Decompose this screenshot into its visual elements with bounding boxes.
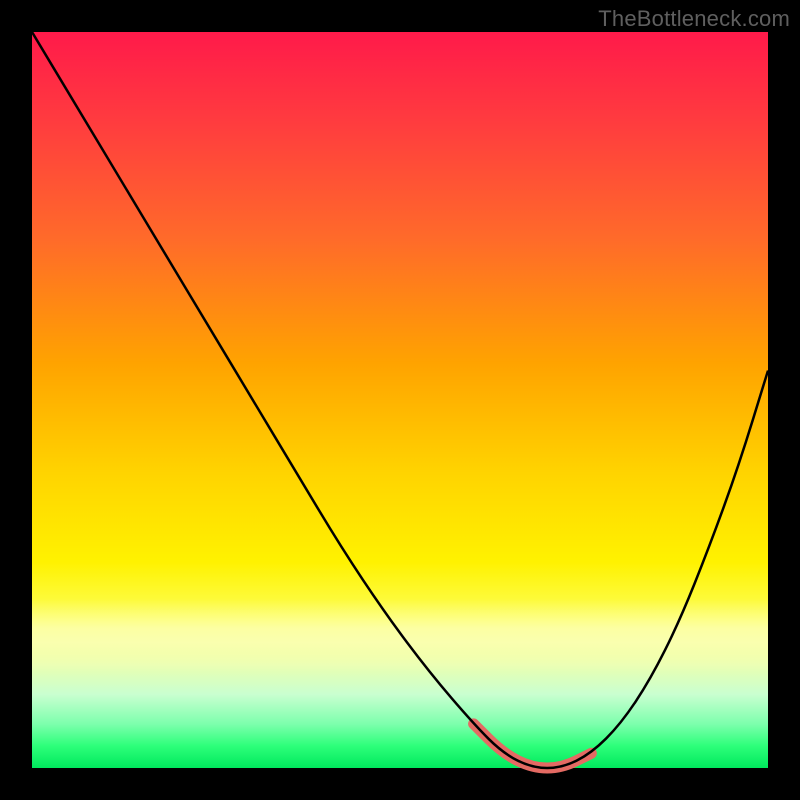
watermark-text: TheBottleneck.com: [598, 6, 790, 32]
plot-area: [32, 32, 768, 768]
bottleneck-curve: [32, 32, 768, 768]
curve-layer: [32, 32, 768, 768]
